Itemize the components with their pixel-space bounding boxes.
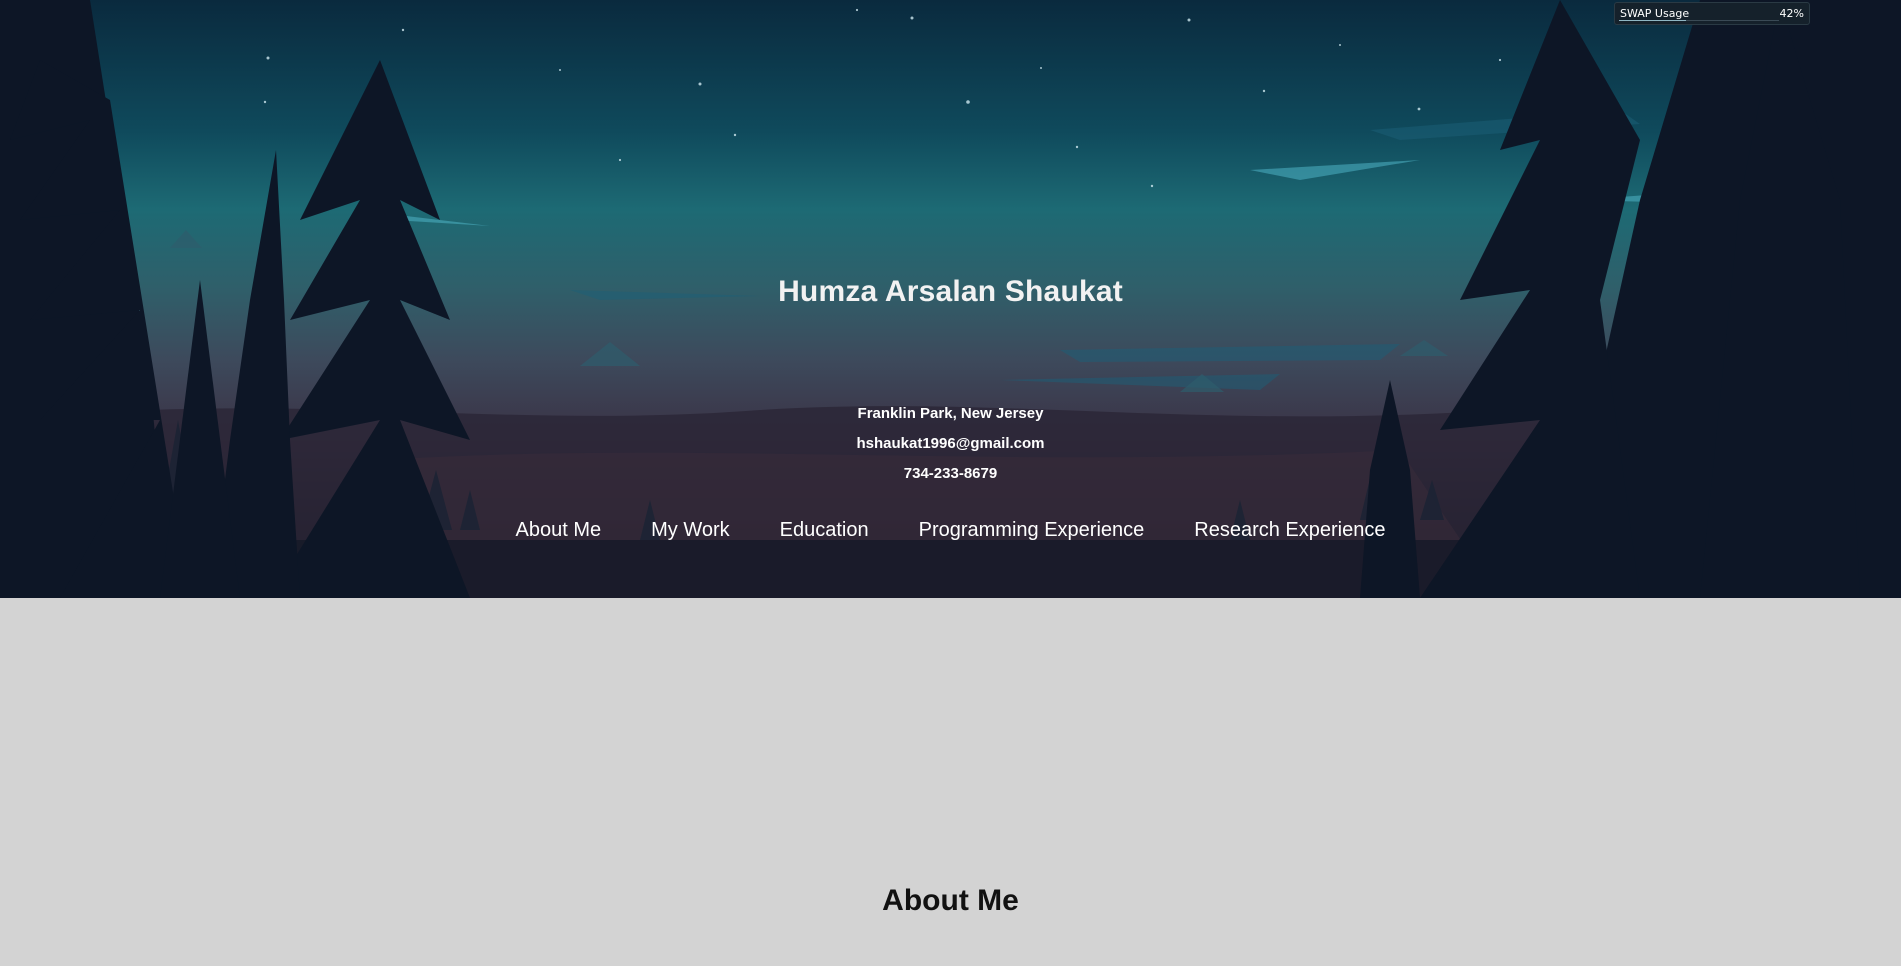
site-title: Humza Arsalan Shaukat	[778, 275, 1123, 308]
nav-link-about-me[interactable]: About Me	[516, 519, 602, 542]
hero-content: Humza Arsalan Shaukat Franklin Park, New…	[0, 0, 1901, 598]
nav-link-programming-experience[interactable]: Programming Experience	[919, 519, 1145, 542]
about-me-heading: About Me	[882, 884, 1019, 917]
swap-usage-value: 42%	[1779, 7, 1804, 20]
swap-usage-bar-fill	[1619, 20, 1687, 21]
phone-text: 734-233-8679	[903, 465, 998, 482]
hero-banner: Humza Arsalan Shaukat Franklin Park, New…	[0, 0, 1901, 598]
nav-link-my-work[interactable]: My Work	[651, 519, 730, 542]
main-nav: About Me My Work Education Programming E…	[0, 519, 1901, 542]
swap-usage-label: SWAP Usage	[1620, 7, 1690, 20]
location-text: Franklin Park, New Jersey	[857, 405, 1044, 422]
email-text: hshaukat1996@gmail.com	[856, 435, 1045, 452]
swap-usage-widget: SWAP Usage 42%	[1614, 2, 1810, 25]
about-section: About Me	[0, 598, 1901, 966]
nav-link-education[interactable]: Education	[780, 519, 869, 542]
nav-link-research-experience[interactable]: Research Experience	[1194, 519, 1385, 542]
swap-usage-bar	[1619, 20, 1779, 21]
